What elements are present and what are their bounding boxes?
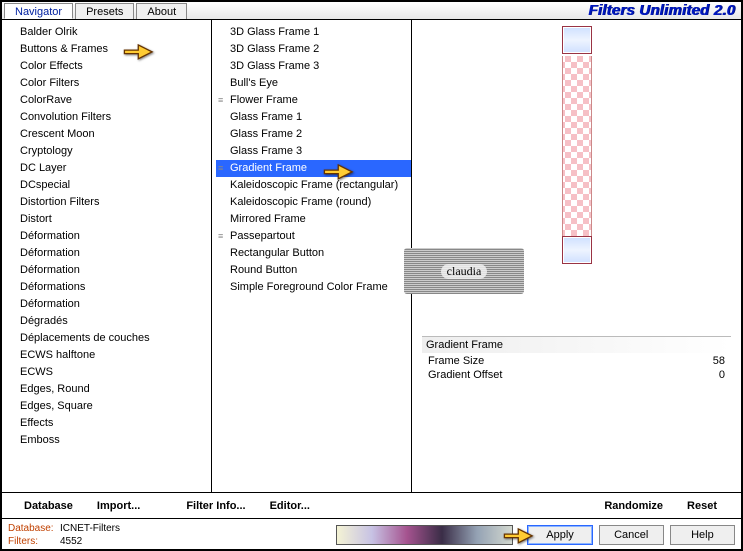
category-item[interactable]: Déformation — [6, 296, 211, 313]
param-label: Gradient Offset — [428, 369, 502, 381]
filter-item[interactable]: Glass Frame 3 — [216, 143, 411, 160]
filter-item[interactable]: Simple Foreground Color Frame — [216, 279, 411, 296]
status-db-value: ICNET-Filters — [60, 523, 120, 534]
param-title: Gradient Frame — [422, 336, 731, 353]
status-filters-label: Filters: — [8, 535, 60, 548]
filter-item[interactable]: Gradient Frame — [216, 160, 411, 177]
category-item[interactable]: DC Layer — [6, 160, 211, 177]
filter-item[interactable]: 3D Glass Frame 3 — [216, 58, 411, 75]
status-db-label: Database: — [8, 522, 60, 535]
category-item[interactable]: Edges, Square — [6, 398, 211, 415]
filter-info-button[interactable]: Filter Info... — [174, 500, 257, 512]
filter-item[interactable]: Glass Frame 2 — [216, 126, 411, 143]
tab-presets[interactable]: Presets — [75, 3, 134, 19]
param-value: 0 — [719, 369, 725, 381]
app-title: Filters Unlimited 2.0 — [588, 2, 735, 19]
filter-item[interactable]: Kaleidoscopic Frame (rectangular) — [216, 177, 411, 194]
status-filters-value: 4552 — [60, 536, 82, 547]
status-info: Database:ICNET-Filters Filters:4552 — [8, 522, 186, 548]
category-item[interactable]: Déformation — [6, 262, 211, 279]
category-item[interactable]: Distort — [6, 211, 211, 228]
gradient-preview-bar — [336, 525, 514, 545]
param-value: 58 — [713, 355, 725, 367]
category-item[interactable]: Edges, Round — [6, 381, 211, 398]
param-label: Frame Size — [428, 355, 484, 367]
database-button[interactable]: Database — [12, 500, 85, 512]
category-item[interactable]: Convolution Filters — [6, 109, 211, 126]
param-row[interactable]: Gradient Offset 0 — [428, 369, 725, 381]
filter-item[interactable]: 3D Glass Frame 1 — [216, 24, 411, 41]
filter-item[interactable]: Mirrored Frame — [216, 211, 411, 228]
filter-item[interactable]: Round Button — [216, 262, 411, 279]
category-item[interactable]: Color Effects — [6, 58, 211, 75]
watermark-text: claudia — [441, 264, 488, 279]
category-item[interactable]: Crescent Moon — [6, 126, 211, 143]
category-item[interactable]: Déformation — [6, 245, 211, 262]
category-item[interactable]: Effects — [6, 415, 211, 432]
category-item[interactable]: ECWS halftone — [6, 347, 211, 364]
filter-item[interactable]: Flower Frame — [216, 92, 411, 109]
filter-item[interactable]: Bull's Eye — [216, 75, 411, 92]
reset-button[interactable]: Reset — [675, 500, 729, 512]
filter-item[interactable]: Passepartout — [216, 228, 411, 245]
filter-item[interactable]: Rectangular Button — [216, 245, 411, 262]
randomize-button[interactable]: Randomize — [592, 500, 675, 512]
preview-bottom-frame — [562, 236, 592, 264]
watermark: claudia — [404, 248, 524, 294]
category-item[interactable]: Buttons & Frames — [6, 41, 211, 58]
category-item[interactable]: Déplacements de couches — [6, 330, 211, 347]
help-button[interactable]: Help — [670, 525, 735, 545]
tab-about[interactable]: About — [136, 3, 187, 19]
category-item[interactable]: ColorRave — [6, 92, 211, 109]
category-item[interactable]: Distortion Filters — [6, 194, 211, 211]
category-item[interactable]: Cryptology — [6, 143, 211, 160]
category-item[interactable]: Balder Olrik — [6, 24, 211, 41]
category-item[interactable]: Déformation — [6, 228, 211, 245]
category-item[interactable]: Color Filters — [6, 75, 211, 92]
filter-item[interactable]: Kaleidoscopic Frame (round) — [216, 194, 411, 211]
category-item[interactable]: Emboss — [6, 432, 211, 449]
preview-top-frame — [562, 26, 592, 54]
import-button[interactable]: Import... — [85, 500, 152, 512]
cancel-button[interactable]: Cancel — [599, 525, 664, 545]
category-item[interactable]: DCspecial — [6, 177, 211, 194]
filter-item[interactable]: 3D Glass Frame 2 — [216, 41, 411, 58]
preview-checker — [562, 56, 592, 236]
filter-item[interactable]: Glass Frame 1 — [216, 109, 411, 126]
category-item[interactable]: Dégradés — [6, 313, 211, 330]
editor-button[interactable]: Editor... — [258, 500, 322, 512]
category-item[interactable]: Déformations — [6, 279, 211, 296]
filter-list[interactable]: 3D Glass Frame 13D Glass Frame 23D Glass… — [216, 24, 411, 490]
category-list[interactable]: Balder OlrikButtons & FramesColor Effect… — [6, 24, 211, 490]
param-row[interactable]: Frame Size 58 — [428, 355, 725, 367]
category-item[interactable]: ECWS — [6, 364, 211, 381]
apply-button[interactable]: Apply — [527, 525, 592, 545]
tab-navigator[interactable]: Navigator — [4, 3, 73, 19]
